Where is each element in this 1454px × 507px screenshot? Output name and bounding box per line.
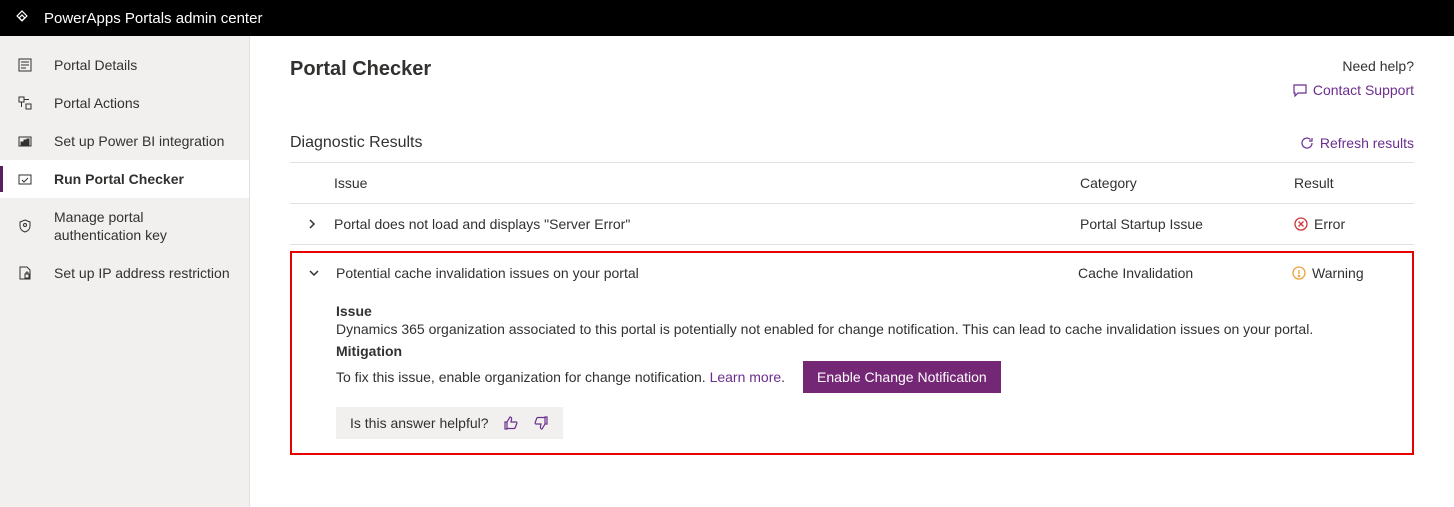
- chat-icon: [1293, 83, 1307, 97]
- issue-description: Dynamics 365 organization associated to …: [336, 321, 1412, 337]
- thumbs-down-icon[interactable]: [533, 415, 549, 431]
- col-category-header: Category: [1080, 175, 1294, 191]
- refresh-results-link[interactable]: Refresh results: [1300, 135, 1414, 151]
- mitigation-heading: Mitigation: [336, 343, 1412, 359]
- category-text: Portal Startup Issue: [1080, 216, 1294, 232]
- refresh-label: Refresh results: [1320, 135, 1414, 151]
- feedback-bar: Is this answer helpful?: [336, 407, 563, 439]
- sidebar-item-portal-actions[interactable]: Portal Actions: [0, 84, 249, 122]
- learn-more-link[interactable]: Learn more: [710, 369, 782, 385]
- table-row: Portal does not load and displays "Serve…: [290, 204, 1414, 245]
- col-result-header: Result: [1294, 175, 1414, 191]
- section-title: Diagnostic Results: [290, 134, 423, 152]
- collapse-toggle[interactable]: [308, 267, 320, 279]
- chart-icon: [18, 134, 38, 148]
- sidebar-item-label: Portal Actions: [54, 94, 140, 112]
- contact-support-label: Contact Support: [1313, 82, 1414, 98]
- sidebar-item-label: Manage portal authentication key: [54, 208, 224, 244]
- sidebar-item-portal-details[interactable]: Portal Details: [0, 46, 249, 84]
- issue-text: Portal does not load and displays "Serve…: [334, 216, 1080, 232]
- feedback-question: Is this answer helpful?: [350, 415, 489, 431]
- results-table: Issue Category Result Portal does not lo…: [290, 162, 1414, 455]
- table-header: Issue Category Result: [290, 162, 1414, 204]
- checker-icon: [18, 172, 38, 186]
- enable-change-notification-button[interactable]: Enable Change Notification: [803, 361, 1001, 393]
- lock-doc-icon: [18, 266, 38, 280]
- result-text: Error: [1314, 216, 1345, 232]
- app-title: PowerApps Portals admin center: [44, 10, 262, 27]
- issue-text: Potential cache invalidation issues on y…: [336, 265, 1078, 281]
- sidebar: Portal Details Portal Actions Set up Pow…: [0, 36, 250, 507]
- error-icon: [1294, 217, 1308, 231]
- sidebar-item-label: Set up Power BI integration: [54, 132, 224, 150]
- sidebar-item-label: Portal Details: [54, 56, 137, 74]
- refresh-icon: [1300, 136, 1314, 150]
- highlighted-issue: Potential cache invalidation issues on y…: [290, 251, 1414, 455]
- issue-heading: Issue: [336, 303, 1412, 319]
- issue-detail: Issue Dynamics 365 organization associat…: [292, 293, 1412, 443]
- page-title: Portal Checker: [290, 58, 431, 81]
- sidebar-item-label: Run Portal Checker: [54, 170, 184, 188]
- app-logo-icon: [14, 10, 30, 26]
- sidebar-item-auth-key[interactable]: Manage portal authentication key: [0, 198, 249, 254]
- shield-icon: [18, 219, 38, 233]
- main-content: Portal Checker Need help? Contact Suppor…: [250, 36, 1454, 507]
- need-help-label: Need help?: [1293, 58, 1414, 74]
- app-header: PowerApps Portals admin center: [0, 0, 1454, 36]
- sidebar-item-ip-restriction[interactable]: Set up IP address restriction: [0, 254, 249, 292]
- sidebar-item-powerbi[interactable]: Set up Power BI integration: [0, 122, 249, 160]
- thumbs-up-icon[interactable]: [503, 415, 519, 431]
- actions-icon: [18, 96, 38, 110]
- mitigation-text: To fix this issue, enable organization f…: [336, 369, 785, 385]
- result-text: Warning: [1312, 265, 1364, 281]
- sidebar-item-label: Set up IP address restriction: [54, 264, 230, 282]
- table-row: Potential cache invalidation issues on y…: [292, 253, 1412, 293]
- sidebar-item-portal-checker[interactable]: Run Portal Checker: [0, 160, 249, 198]
- col-issue-header: Issue: [334, 175, 1080, 191]
- details-icon: [18, 58, 38, 72]
- warning-icon: [1292, 266, 1306, 280]
- category-text: Cache Invalidation: [1078, 265, 1292, 281]
- contact-support-link[interactable]: Contact Support: [1293, 82, 1414, 98]
- expand-toggle[interactable]: [306, 218, 318, 230]
